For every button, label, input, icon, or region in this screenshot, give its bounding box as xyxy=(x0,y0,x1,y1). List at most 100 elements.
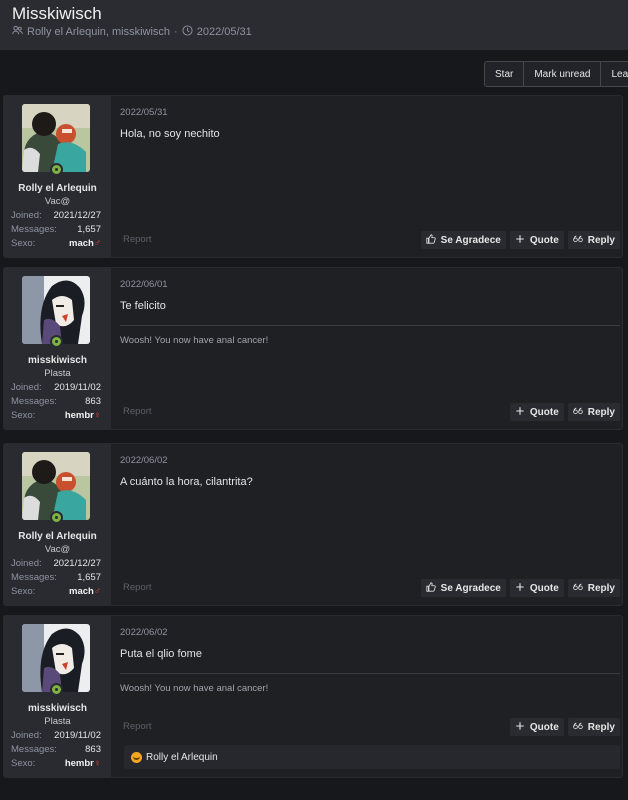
sexo-value: mach xyxy=(69,238,94,249)
message-actions: Se Agradece Quote Reply xyxy=(420,231,620,249)
plus-icon xyxy=(515,406,525,419)
reply-label: Reply xyxy=(587,406,615,418)
quote-marks-icon xyxy=(573,721,583,734)
messages-stat: Messages: 1,657 xyxy=(11,224,101,235)
message-body: A cuánto la hora, cilantrita? xyxy=(120,476,253,488)
message-post: Rolly el Arlequin Vac@ Joined: 2021/12/27… xyxy=(3,443,623,606)
message-body: Puta el qlio fome xyxy=(120,648,202,660)
message-date[interactable]: 2022/06/01 xyxy=(120,279,168,290)
message-actions: Quote Reply xyxy=(509,718,620,736)
quote-button[interactable]: Quote xyxy=(509,718,564,736)
message-user-panel: misskiwisch Plasta Joined: 2019/11/02 Mes… xyxy=(4,268,111,429)
user-title: Vac@ xyxy=(44,196,71,207)
user-title: Plasta xyxy=(44,716,71,727)
reply-button[interactable]: Reply xyxy=(567,231,620,249)
message-content: 2022/06/01 Te felicito Woosh! You now ha… xyxy=(118,268,622,431)
joined-stat: Joined: 2019/11/02 xyxy=(11,730,101,741)
quote-marks-icon xyxy=(573,406,583,419)
quote-marks-icon xyxy=(573,234,583,247)
like-button[interactable]: Se Agradece xyxy=(420,231,506,249)
female-icon: ♀ xyxy=(93,758,101,769)
quote-label: Quote xyxy=(529,234,559,246)
message-date[interactable]: 2022/05/31 xyxy=(120,107,168,118)
reaction-user[interactable]: Rolly el Arlequin xyxy=(146,752,218,763)
report-link[interactable]: Report xyxy=(123,234,152,245)
reply-button[interactable]: Reply xyxy=(567,579,620,597)
messages-stat: Messages: 863 xyxy=(11,396,101,407)
quote-button[interactable]: Quote xyxy=(509,403,564,421)
report-link[interactable]: Report xyxy=(123,721,152,732)
quote-button[interactable]: Quote xyxy=(509,231,564,249)
sexo-stat: Sexo: mach♂ xyxy=(11,586,101,597)
like-button[interactable]: Se Agradece xyxy=(420,579,506,597)
joined-label: Joined: xyxy=(11,558,42,569)
signature: Woosh! You now have anal cancer! xyxy=(120,683,269,694)
message-date[interactable]: 2022/06/02 xyxy=(120,455,168,466)
thumbs-up-icon xyxy=(426,233,436,247)
quote-label: Quote xyxy=(529,406,559,418)
mark-unread-button[interactable]: Mark unread xyxy=(524,62,602,86)
message-user-panel: misskiwisch Plasta Joined: 2019/11/02 Mes… xyxy=(4,616,111,777)
report-link[interactable]: Report xyxy=(123,406,152,417)
message-body: Hola, no soy nechito xyxy=(120,128,220,140)
message-content: 2022/05/31 Hola, no soy nechito Report S… xyxy=(118,96,622,259)
messages-stat: Messages: 863 xyxy=(11,744,101,755)
thumbs-up-icon xyxy=(426,581,436,595)
sexo-stat: Sexo: mach♂ xyxy=(11,238,101,249)
participants-link[interactable]: Rolly el Arlequin, misskiwisch xyxy=(27,26,170,38)
conversation-header: Misskiwisch Rolly el Arlequin, misskiwis… xyxy=(0,0,628,50)
male-icon: ♂ xyxy=(93,238,101,249)
messages-value: 863 xyxy=(85,396,101,407)
reply-label: Reply xyxy=(587,582,615,594)
messages-value: 1,657 xyxy=(77,224,101,235)
sexo-label: Sexo: xyxy=(11,238,36,249)
joined-value: 2019/11/02 xyxy=(54,382,101,393)
report-link[interactable]: Report xyxy=(123,582,152,593)
plus-icon xyxy=(515,582,525,595)
username[interactable]: Rolly el Arlequin xyxy=(4,183,111,194)
username[interactable]: Rolly el Arlequin xyxy=(4,531,111,542)
user-title: Plasta xyxy=(44,368,71,379)
username[interactable]: misskiwisch xyxy=(4,703,111,714)
message-post: misskiwisch Plasta Joined: 2019/11/02 Mes… xyxy=(3,267,623,430)
message-user-panel: Rolly el Arlequin Vac@ Joined: 2021/12/27… xyxy=(4,444,111,605)
avatar[interactable] xyxy=(22,104,90,172)
sexo-stat: Sexo: hembr♀ xyxy=(11,758,101,769)
reply-label: Reply xyxy=(587,721,615,733)
messages-stat: Messages: 1,657 xyxy=(11,572,101,583)
star-button[interactable]: Star xyxy=(485,62,525,86)
user-title: Vac@ xyxy=(44,544,71,555)
reply-button[interactable]: Reply xyxy=(567,403,620,421)
reply-button[interactable]: Reply xyxy=(567,718,620,736)
username[interactable]: misskiwisch xyxy=(4,355,111,366)
page-title: Misskiwisch xyxy=(12,4,102,23)
start-date: 2022/05/31 xyxy=(196,26,252,38)
message-date[interactable]: 2022/06/02 xyxy=(120,627,168,638)
sexo-value: mach xyxy=(69,586,94,597)
avatar[interactable] xyxy=(22,276,90,344)
joined-value: 2021/12/27 xyxy=(53,210,101,221)
female-icon: ♀ xyxy=(93,410,101,421)
sexo-label: Sexo: xyxy=(11,758,36,769)
messages-value: 863 xyxy=(85,744,101,755)
male-icon: ♂ xyxy=(93,586,101,597)
joined-stat: Joined: 2019/11/02 xyxy=(11,382,101,393)
quote-label: Quote xyxy=(529,582,559,594)
quote-button[interactable]: Quote xyxy=(509,579,564,597)
sexo-value: hembr xyxy=(64,758,94,769)
message-user-panel: Rolly el Arlequin Vac@ Joined: 2021/12/27… xyxy=(4,96,111,257)
reply-label: Reply xyxy=(587,234,615,246)
message-actions: Se Agradece Quote Reply xyxy=(420,579,620,597)
signature-divider xyxy=(120,673,620,674)
leave-button[interactable]: Leave xyxy=(601,62,628,86)
sexo-label: Sexo: xyxy=(11,586,36,597)
sexo-value: hembr xyxy=(64,410,94,421)
reactions-bar[interactable]: Rolly el Arlequin xyxy=(124,745,620,769)
conversation-toolbar: Star Mark unread Leave xyxy=(484,61,628,87)
avatar[interactable] xyxy=(22,452,90,520)
messages-label: Messages: xyxy=(11,224,57,235)
quote-marks-icon xyxy=(573,582,583,595)
signature: Woosh! You now have anal cancer! xyxy=(120,335,269,346)
like-label: Se Agradece xyxy=(440,582,501,594)
avatar[interactable] xyxy=(22,624,90,692)
